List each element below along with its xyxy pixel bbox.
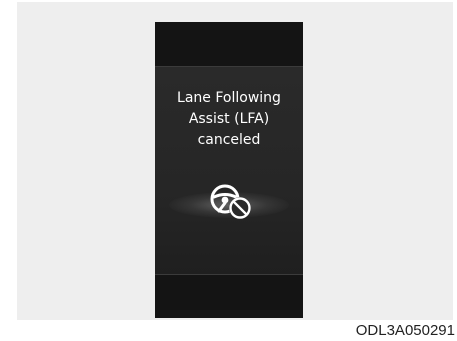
cluster-display: Lane Following Assist (LFA) canceled <box>155 22 303 318</box>
steering-wheel-canceled-icon <box>207 182 255 222</box>
message-line-3: canceled <box>197 132 261 148</box>
display-top-band <box>155 22 303 66</box>
image-code-label: ODL3A050291 <box>262 320 455 341</box>
message-line-1: Lane Following <box>177 90 281 106</box>
message-line-2: Assist (LFA) <box>188 111 270 127</box>
lfa-canceled-message: Lane Following Assist (LFA) canceled <box>155 88 303 151</box>
display-bottom-band <box>155 275 303 318</box>
